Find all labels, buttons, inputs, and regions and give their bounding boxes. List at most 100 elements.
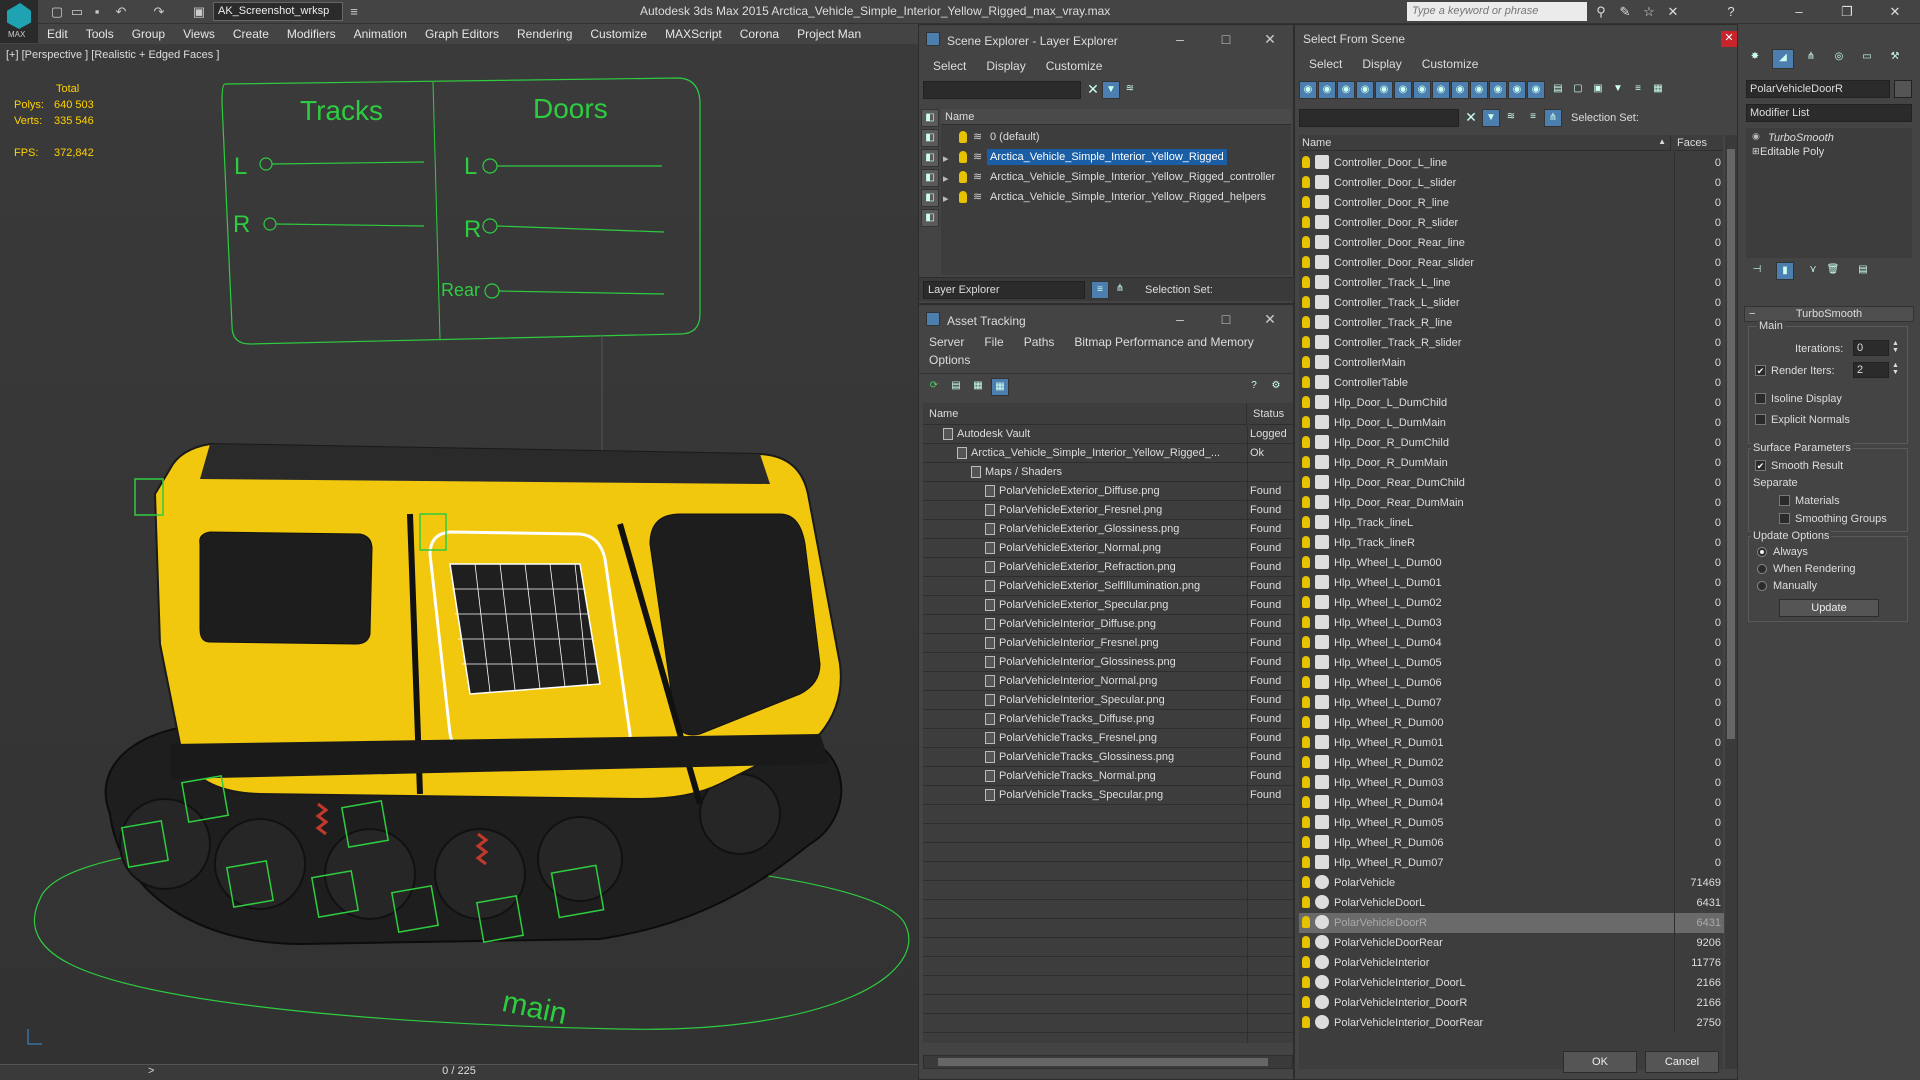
display-geometry-icon[interactable]: ◧ <box>921 129 939 147</box>
object-row[interactable]: Hlp_Wheel_L_Dum05 0 <box>1299 653 1724 673</box>
lightbulb-icon[interactable] <box>1302 996 1310 1008</box>
expand-arrow-icon[interactable]: ▸ <box>943 152 949 165</box>
layer-mode-icon[interactable]: ≡ <box>1091 281 1109 299</box>
options-icon[interactable]: ▦ <box>1649 81 1667 99</box>
asset-tracking-options[interactable]: Options <box>919 353 1293 367</box>
menu-select[interactable]: Select <box>1299 57 1352 71</box>
vertical-scrollbar[interactable] <box>1725 135 1737 1069</box>
object-row[interactable]: Hlp_Track_lineR 0 <box>1299 533 1724 553</box>
object-row[interactable]: Hlp_Door_L_DumChild 0 <box>1299 393 1724 413</box>
layers-icon[interactable]: ≡ <box>1524 109 1542 127</box>
asset-row[interactable]: Autodesk Vault Logged <box>923 425 1293 444</box>
lightbulb-icon[interactable] <box>1302 216 1310 228</box>
object-row[interactable]: Hlp_Wheel_L_Dum07 0 <box>1299 693 1724 713</box>
display-helpers-icon[interactable]: ◧ <box>921 189 939 207</box>
object-row[interactable]: Controller_Track_R_slider 0 <box>1299 333 1724 353</box>
menu-corona[interactable]: Corona <box>731 24 788 41</box>
object-row[interactable]: Hlp_Wheel_R_Dum01 0 <box>1299 733 1724 753</box>
select-search-input[interactable] <box>1299 109 1459 127</box>
lightbulb-icon[interactable] <box>1302 736 1310 748</box>
lightbulb-icon[interactable] <box>1302 356 1310 368</box>
asset-row[interactable]: Arctica_Vehicle_Simple_Interior_Yellow_R… <box>923 444 1293 463</box>
table-view-icon[interactable]: ▦ <box>991 378 1009 396</box>
helpers-icon[interactable]: ◉ <box>1394 81 1412 99</box>
menu-edit[interactable]: Edit <box>38 24 77 41</box>
layer-row[interactable]: ▸ ≋ Arctica_Vehicle_Simple_Interior_Yellow… <box>941 169 1309 189</box>
object-name-header[interactable]: Name ▲ <box>1299 135 1671 151</box>
utilities-icon[interactable]: ⚒ <box>1884 49 1906 69</box>
hierarchy-icon[interactable]: ⋔ <box>1544 109 1562 127</box>
asset-row[interactable]: PolarVehicleExterior_Normal.png Found <box>923 539 1293 558</box>
object-row[interactable]: PolarVehicleDoorR 6431 <box>1299 913 1724 933</box>
menu-bitmap-performance-and-memory[interactable]: Bitmap Performance and Memory <box>1064 335 1263 349</box>
asset-row[interactable]: PolarVehicleInterior_Normal.png Found <box>923 672 1293 691</box>
scene-explorer-search[interactable] <box>923 81 1081 99</box>
object-row[interactable]: Hlp_Wheel_R_Dum05 0 <box>1299 813 1724 833</box>
search-input[interactable]: Type a keyword or phrase <box>1407 2 1587 21</box>
thumbnail-icon[interactable]: ▦ <box>969 378 987 396</box>
object-row[interactable]: Controller_Track_L_slider 0 <box>1299 293 1724 313</box>
manually-radio[interactable] <box>1757 581 1767 591</box>
all-icon[interactable]: ◉ <box>1299 81 1317 99</box>
filter-icon[interactable]: ▼ <box>1609 81 1627 99</box>
perspective-viewport[interactable]: [+] [Perspective ] [Realistic + Edged Fa… <box>0 44 918 1064</box>
list-icon[interactable]: ▤ <box>947 378 965 396</box>
close-icon[interactable]: ✕ <box>1886 3 1904 21</box>
help-icon[interactable]: ? <box>1722 3 1740 21</box>
lightbulb-icon[interactable] <box>1302 756 1310 768</box>
expand-arrow-icon[interactable]: ▸ <box>943 192 949 205</box>
layer-filter-icon[interactable]: ≋ <box>1502 109 1520 127</box>
maximize-icon[interactable]: □ <box>1219 312 1233 327</box>
filter-icon[interactable]: ▼ <box>1102 81 1120 99</box>
asset-row[interactable]: PolarVehicleInterior_Specular.png Found <box>923 691 1293 710</box>
menu-file[interactable]: File <box>974 335 1013 349</box>
render-iters-spinner[interactable]: 2 <box>1853 362 1889 378</box>
lightbulb-icon[interactable] <box>1302 536 1310 548</box>
when-rendering-radio[interactable] <box>1757 564 1767 574</box>
lightbulb-icon[interactable] <box>1302 616 1310 628</box>
lightbulb-icon[interactable] <box>1302 976 1310 988</box>
menu-display[interactable]: Display <box>1352 57 1411 71</box>
object-row[interactable]: Hlp_Door_Rear_DumChild 0 <box>1299 473 1724 493</box>
object-row[interactable]: Hlp_Wheel_L_Dum01 0 <box>1299 573 1724 593</box>
redo-icon[interactable]: ↷ <box>150 3 168 21</box>
clear-search-icon[interactable]: ✕ <box>1084 81 1102 99</box>
configure-sets-icon[interactable]: ▤ <box>1854 262 1872 280</box>
create-icon[interactable]: ✸ <box>1744 49 1766 69</box>
lightbulb-icon[interactable] <box>1302 256 1310 268</box>
object-row[interactable]: Controller_Door_L_slider 0 <box>1299 173 1724 193</box>
object-row[interactable]: Controller_Track_R_line 0 <box>1299 313 1724 333</box>
lightbulb-icon[interactable] <box>1302 596 1310 608</box>
lightbulb-icon[interactable] <box>959 151 967 163</box>
undo-icon[interactable]: ↶ <box>112 3 130 21</box>
lightbulb-icon[interactable] <box>1302 456 1310 468</box>
lightbulb-icon[interactable] <box>1302 516 1310 528</box>
menu-graph-editors[interactable]: Graph Editors <box>416 24 508 41</box>
object-row[interactable]: ControllerTable 0 <box>1299 373 1724 393</box>
asset-row[interactable]: PolarVehicleExterior_SelfIllumination.pn… <box>923 577 1293 596</box>
remove-modifier-icon[interactable]: 🗑 <box>1824 262 1842 280</box>
lightbulb-icon[interactable] <box>1302 336 1310 348</box>
help-icon[interactable]: ? <box>1245 378 1263 396</box>
select-none-icon[interactable]: ▢ <box>1569 81 1587 99</box>
horizontal-scrollbar[interactable] <box>923 1055 1293 1069</box>
x-icon[interactable]: ✕ <box>1664 3 1682 21</box>
render-iters-checkbox[interactable]: ✔ <box>1755 365 1766 376</box>
display-objects-icon[interactable]: ◧ <box>921 109 939 127</box>
asset-row[interactable]: PolarVehicleExterior_Diffuse.png Found <box>923 482 1293 501</box>
shapes-icon[interactable]: ◉ <box>1337 81 1355 99</box>
hierarchy-icon[interactable]: ⋔ <box>1111 281 1129 299</box>
object-row[interactable]: Hlp_Wheel_L_Dum00 0 <box>1299 553 1724 573</box>
lightbulb-icon[interactable] <box>1302 476 1310 488</box>
menu-server[interactable]: Server <box>919 335 974 349</box>
lightbulb-icon[interactable] <box>1302 496 1310 508</box>
select-invert-icon[interactable]: ▣ <box>1589 81 1607 99</box>
display-layers-icon[interactable]: ◧ <box>921 209 939 227</box>
star-icon[interactable]: ☆ <box>1640 3 1658 21</box>
lightbulb-icon[interactable] <box>1302 816 1310 828</box>
lightbulb-icon[interactable] <box>1302 896 1310 908</box>
materials-checkbox[interactable] <box>1779 495 1790 506</box>
cameras-icon[interactable]: ◉ <box>1375 81 1393 99</box>
asset-name-header[interactable]: Name <box>923 403 1247 425</box>
update-button[interactable]: Update <box>1779 599 1879 617</box>
